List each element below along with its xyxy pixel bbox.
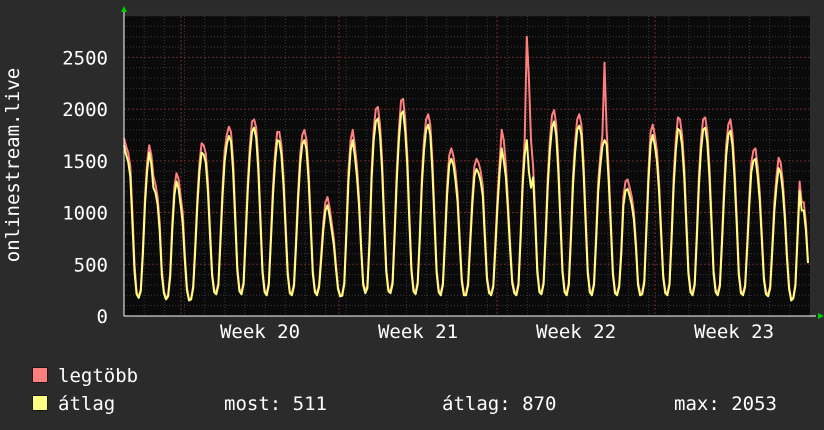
y-tick-label: 500 <box>74 254 108 276</box>
y-tick-label: 1500 <box>62 151 108 173</box>
y-tick-label: 1000 <box>62 203 108 225</box>
legend-label-max: legtöbb <box>58 365 139 387</box>
x-tick-label: Week 21 <box>378 321 458 343</box>
y-tick-label: 2500 <box>62 47 108 69</box>
y-tick-label: 0 <box>97 306 108 328</box>
y-axis-arrow <box>121 6 127 12</box>
chart-svg: 0 500 1000 1500 2000 2500 Week 20 Week 21 Week 2… <box>2 6 824 343</box>
stat-average: átlag: 870 <box>442 393 557 415</box>
legend-swatch-max <box>32 367 48 383</box>
stat-current: most: 511 <box>224 393 327 415</box>
x-axis-arrow <box>818 313 824 319</box>
legend-label-avg: átlag <box>58 393 116 415</box>
chart-root: 0 500 1000 1500 2000 2500 Week 20 Week 21 Week 2… <box>0 0 824 430</box>
legend-swatch-avg <box>32 395 48 411</box>
stat-maximum: max: 2053 <box>674 393 777 415</box>
y-axis-label: onlinestream.live <box>2 68 24 262</box>
legend: legtöbb átlag most: 511 átlag: 870 max: … <box>30 362 810 418</box>
x-tick-label: Week 20 <box>220 321 300 343</box>
x-tick-label: Week 22 <box>536 321 616 343</box>
y-tick-label: 2000 <box>62 99 108 121</box>
legend-row-max: legtöbb <box>30 362 810 390</box>
legend-row-avg: átlag most: 511 átlag: 870 max: 2053 <box>30 390 810 418</box>
x-tick-label: Week 23 <box>694 321 774 343</box>
